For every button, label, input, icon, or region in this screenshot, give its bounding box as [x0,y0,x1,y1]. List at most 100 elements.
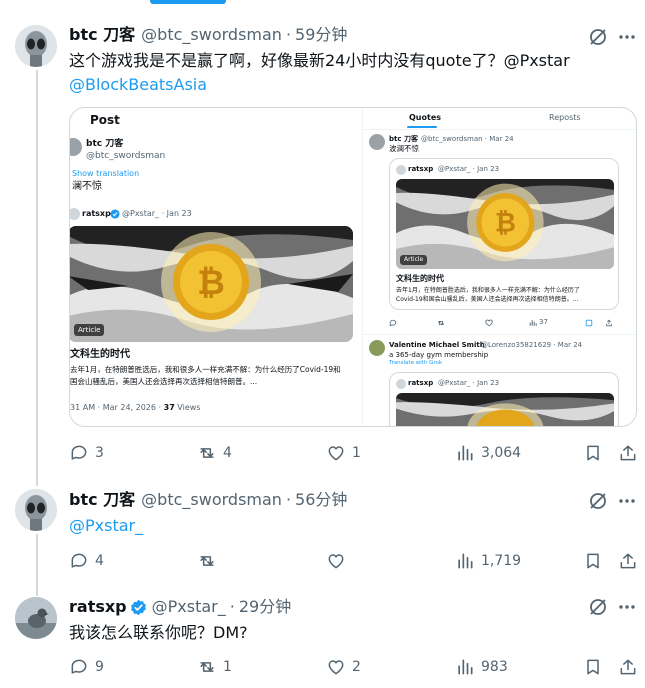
like-button[interactable]: 2 [326,656,361,678]
display-name[interactable]: btc 刀客 [69,489,135,511]
tweet-actions: 3 4 1 3,064 [69,442,639,464]
post-text: 波澜不惊 [389,144,419,153]
views-button[interactable]: 3,064 [455,442,521,464]
quoted-handle: @Pxstar_ · Jan 23 [438,165,500,173]
retweet-icon [200,556,214,566]
article-body: 去年1月，在特朗普胜选后，我和很多人一样充满不解：为什么经历了 [396,287,580,294]
tab-divider [363,129,636,130]
article-body: 去年1月，在特朗普胜选后，我和很多人一样充满不解：为什么经历了Covid-19和 [70,365,341,374]
reply-button[interactable]: 9 [69,656,104,678]
share-button[interactable] [618,442,638,464]
like-button[interactable]: 1 [326,442,361,464]
like-count: 2 [352,659,361,675]
avatar [70,138,82,156]
handle: @btc_swordsman [86,151,166,161]
retweet-button[interactable]: 4 [197,442,232,464]
tweet-actions: 9 1 2 983 [69,656,639,678]
more-icon[interactable] [617,27,637,47]
reply-count: 3 [95,445,104,461]
avatar [396,165,406,175]
retweet-icon [200,662,214,672]
tab-quotes: Quotes [409,113,442,122]
retweet-count: 1 [223,659,232,675]
handle[interactable]: @btc_swordsman [141,24,282,46]
avatar[interactable] [15,597,57,639]
quoted-handle: @Pxstar_ · Jan 23 [122,209,192,218]
timestamp[interactable]: 29分钟 [239,596,291,618]
like-icon [485,319,493,327]
divider [363,334,636,335]
separator-dot: · [229,597,235,616]
attached-image[interactable]: Post btc 刀客 @btc_swordsman Show translat… [69,107,637,427]
views-count: 983 [481,659,508,675]
handle[interactable]: @btc_swordsman [141,489,282,511]
avatar [369,134,385,150]
translate-link: Translate with Grok [389,360,443,366]
bookmark-icon [587,445,599,461]
mention-link[interactable]: @Pxstar_ [69,515,143,537]
retweet-count: 4 [223,445,232,461]
reply-button[interactable]: 4 [69,550,104,572]
share-button[interactable] [618,550,638,572]
avatar[interactable] [15,489,57,531]
share-icon [620,553,636,569]
bookmark-icon [587,553,599,569]
reply-icon [71,445,87,460]
article-title: 文科生的时代 [396,274,444,283]
retweet-button[interactable]: 1 [197,656,232,678]
tab-underline [407,126,437,128]
share-button[interactable] [618,656,638,678]
reply-count: 4 [95,553,104,569]
article-title: 文科生的时代 [70,349,130,360]
post-meta-views-label: Views [174,403,201,412]
article-body: Covid-19和国会山骚乱后，美国人还会选择再次选择相信特朗普。... [396,296,579,303]
retweet-icon [200,448,214,458]
bookmark-button[interactable] [583,442,603,464]
bookmark-icon [585,319,593,327]
grok-icon[interactable] [588,27,608,47]
verified-icon [130,599,147,616]
bookmark-button[interactable] [583,550,603,572]
avatar [70,208,80,220]
tweet-text: 我该怎么联系你呢？DM? [69,623,248,642]
tweet-1[interactable]: btc 刀客 @btc_swordsman · 59分钟 这个游戏我是不是赢了啊… [0,0,645,480]
display-name: Valentine Michael Smith [389,341,485,349]
tweet-2[interactable]: btc 刀客 @btc_swordsman · 56分钟 @Pxstar_ 4 … [0,480,645,580]
like-button[interactable] [326,550,352,572]
tweet-3[interactable]: ratsxp @Pxstar_ · 29分钟 我该怎么联系你呢？DM? 9 1 … [0,586,645,688]
grok-icon[interactable] [588,597,608,617]
mention-link[interactable]: @BlockBeatsAsia [69,74,570,96]
views-button[interactable]: 1,719 [455,550,521,572]
more-icon[interactable] [617,491,637,511]
reply-button[interactable]: 3 [69,442,104,464]
share-icon [606,319,612,327]
post-meta-views: 37 [163,403,175,412]
post-header: Post [90,113,120,127]
reply-count: 9 [95,659,104,675]
reply-icon [71,553,87,568]
reply-icon [389,319,397,327]
avatar [369,340,385,356]
like-icon [328,554,344,569]
quoted-card: ratsxp @Pxstar_ · Jan 23 ₿ Article 文科生的时… [389,158,619,310]
display-name[interactable]: ratsxp [69,596,127,618]
grok-icon[interactable] [588,491,608,511]
more-icon[interactable] [617,597,637,617]
views-count: 1,719 [481,553,522,569]
retweet-icon [437,320,445,326]
avatar[interactable] [15,25,57,67]
views-button[interactable]: 983 [455,656,508,678]
views-count: 37 [539,318,548,326]
timestamp[interactable]: 59分钟 [295,24,347,46]
handle[interactable]: @Pxstar_ [152,596,226,618]
separator-dot: · [285,490,292,509]
article-tag: Article [400,255,428,265]
display-name: btc 刀客 [389,135,418,143]
handle: @btc_swordsman · Mar 24 [421,135,514,143]
timestamp[interactable]: 56分钟 [295,489,347,511]
post-meta: 31 AM · Mar 24, 2026 · 37 Views [70,402,200,414]
display-name[interactable]: btc 刀客 [69,24,135,46]
bookmark-button[interactable] [583,656,603,678]
retweet-button[interactable] [197,550,223,572]
quoted-card: ratsxp @Pxstar_ · Jan 23 [389,372,619,426]
